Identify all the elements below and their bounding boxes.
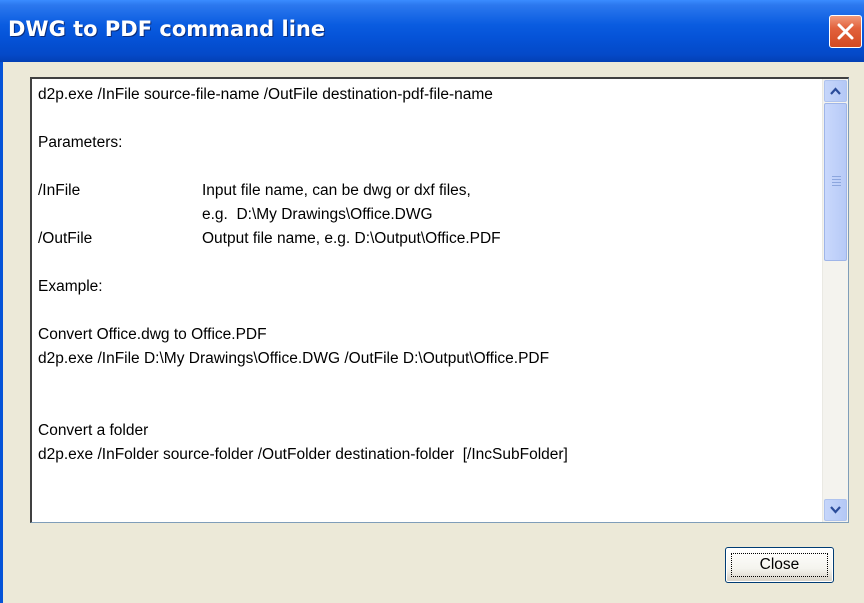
help-text-area[interactable]: d2p.exe /InFile source-file-name /OutFil… (30, 77, 849, 523)
param-name-infile: /InFile (38, 182, 81, 199)
usage-line: d2p.exe /InFile source-file-name /OutFil… (38, 86, 493, 103)
example2-command: d2p.exe /InFolder source-folder /OutFold… (38, 446, 568, 463)
param-name-outfile: /OutFile (38, 230, 93, 247)
scroll-down-button[interactable] (824, 499, 847, 521)
example1-command: d2p.exe /InFile D:\My Drawings\Office.DW… (38, 350, 550, 367)
param-desc-infile-example: e.g. D:\My Drawings\Office.DWG (202, 206, 433, 223)
example-heading: Example: (38, 278, 103, 295)
arrow-up-icon (830, 87, 841, 95)
vertical-scrollbar[interactable] (822, 79, 848, 522)
dialog-window: DWG to PDF command line d2p.exe /InFile … (0, 0, 864, 603)
title-close-button[interactable] (829, 15, 862, 48)
thumb-grip-line (832, 182, 841, 183)
param-desc-outfile: Output file name, e.g. D:\Output\Office.… (202, 230, 501, 247)
title-bar[interactable]: DWG to PDF command line (0, 0, 864, 62)
scroll-thumb[interactable] (824, 103, 847, 261)
thumb-grip-line (832, 179, 841, 180)
param-desc-infile: Input file name, can be dwg or dxf files… (202, 182, 471, 199)
scroll-up-button[interactable] (824, 80, 847, 102)
close-x-icon (837, 23, 854, 40)
example1-title: Convert Office.dwg to Office.PDF (38, 326, 267, 343)
thumb-grip-line (832, 176, 841, 177)
parameters-heading: Parameters: (38, 134, 123, 151)
example2-title: Convert a folder (38, 422, 149, 439)
close-button-label: Close (759, 556, 800, 573)
window-title: DWG to PDF command line (8, 17, 326, 41)
close-button[interactable]: Close (725, 547, 834, 583)
thumb-grip-line (832, 185, 841, 186)
arrow-down-icon (830, 506, 841, 514)
